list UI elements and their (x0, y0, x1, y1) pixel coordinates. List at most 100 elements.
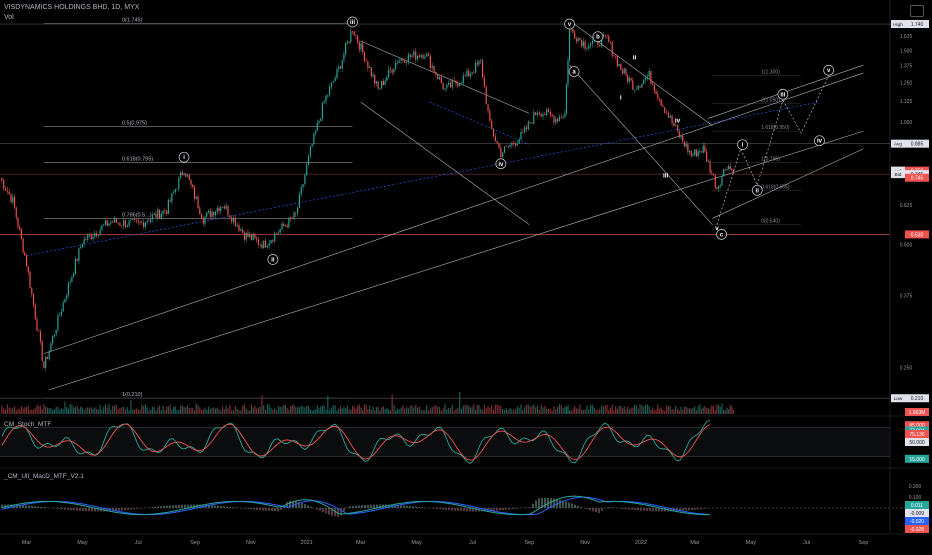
volume-bar (123, 407, 124, 414)
candle-body (491, 121, 492, 129)
volume-bar (290, 406, 291, 414)
candle-body (513, 143, 514, 144)
macd-histogram-bar (262, 508, 264, 510)
volume-bar (647, 404, 648, 414)
volume-bar (687, 408, 688, 414)
candle-body (325, 96, 326, 101)
volume-bar (201, 410, 202, 414)
candle-body (578, 38, 579, 42)
volume-bar (567, 405, 568, 414)
volume-bar (56, 407, 57, 414)
macd-histogram-bar (526, 507, 528, 508)
candle-body (546, 109, 547, 115)
volume-bar (226, 406, 227, 414)
candle-body (435, 72, 436, 75)
volume-bar (726, 408, 727, 414)
candle-body (87, 235, 88, 240)
volume-bar (369, 405, 370, 414)
volume-bar (254, 405, 255, 414)
candle-body (134, 219, 135, 220)
volume-bar (654, 410, 655, 414)
candle-body (374, 75, 375, 84)
candle-body (189, 175, 190, 180)
candle-body (544, 114, 545, 115)
candle-body (590, 44, 591, 46)
candle-body (569, 28, 570, 60)
macd-histogram-bar (22, 505, 24, 508)
candle-body (82, 244, 83, 247)
candle-body (45, 357, 46, 368)
macd-histogram-bar (355, 506, 357, 508)
candle-body (302, 184, 303, 187)
price-tag-value: 0.210 (911, 396, 924, 402)
volume-bar (52, 410, 53, 414)
macd-histogram-bar (211, 505, 213, 508)
chart-settings-icon[interactable] (910, 5, 924, 17)
volume-bar (413, 407, 414, 414)
y-tick-label: 1.250 (900, 81, 913, 87)
volume-bar (564, 406, 565, 414)
candle-body (383, 81, 384, 85)
candle-body (362, 43, 363, 52)
volume-bar (57, 407, 58, 414)
candle-body (24, 252, 25, 255)
volume-bar (477, 405, 478, 414)
volume-bar (385, 409, 386, 414)
macd-histogram-bar (274, 508, 276, 511)
macd-histogram-bar (514, 508, 516, 509)
candle-body (400, 59, 401, 61)
candle-body (728, 166, 729, 169)
volume-bar (253, 408, 254, 414)
candle-body (550, 112, 551, 115)
volume-bar (371, 410, 372, 414)
candle-body (542, 114, 543, 116)
candle-body (183, 173, 184, 175)
candle-body (413, 51, 414, 55)
candle-body (629, 78, 630, 82)
candle-body (100, 230, 101, 235)
volume-bar (66, 407, 67, 414)
volume-bar (631, 408, 632, 414)
candle-body (421, 55, 422, 57)
macd-histogram-bar (280, 508, 282, 510)
volume-bar (258, 407, 259, 414)
volume-bar (506, 408, 507, 414)
candle-body (530, 122, 531, 123)
candle-body (338, 67, 339, 69)
trading-chart[interactable]: 1.6251.5001.3751.2501.1251.0000.8750.750… (0, 0, 932, 550)
candle-body (14, 197, 15, 208)
volume-bar (437, 407, 438, 414)
macd-histogram-bar (154, 507, 156, 508)
candle-body (617, 56, 618, 66)
candle-body (509, 145, 510, 147)
candle-body (5, 189, 6, 191)
macd-histogram-bar (406, 506, 408, 508)
volume-bar (204, 407, 205, 414)
macd-histogram-bar (88, 508, 90, 511)
trendline (361, 41, 529, 113)
candle-body (364, 52, 365, 61)
candle-body (85, 239, 86, 240)
volume-bar (343, 406, 344, 414)
volume-bar (486, 408, 487, 414)
volume-bar (581, 410, 582, 414)
macd-histogram-bar (535, 501, 537, 508)
volume-bar (272, 409, 273, 414)
chart-stage[interactable]: 1.6251.5001.3751.2501.1251.0000.8750.750… (0, 0, 932, 550)
volume-bar (183, 407, 184, 414)
candle-body (371, 67, 372, 76)
y-tick-label: 0.375 (900, 294, 913, 300)
volume-bar (652, 408, 653, 414)
macd-histogram-bar (250, 508, 252, 509)
volume-bar (605, 405, 606, 414)
candle-body (154, 214, 155, 215)
macd-histogram-bar (694, 508, 696, 510)
volume-bar (224, 409, 225, 414)
volume-bar (709, 409, 710, 414)
candle-body (730, 166, 731, 169)
candle-body (708, 161, 709, 162)
projection-level-label: 1(1.300) (761, 70, 780, 76)
macd-histogram-bar (265, 508, 267, 511)
macd-histogram-bar (223, 506, 225, 508)
candle-body (701, 151, 702, 152)
